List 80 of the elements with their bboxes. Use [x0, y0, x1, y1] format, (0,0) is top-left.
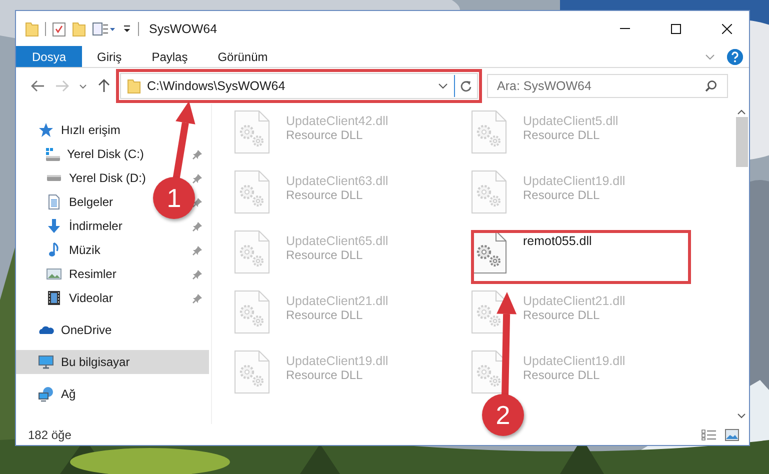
drive-icon — [46, 148, 60, 160]
up-arrow-icon — [98, 79, 110, 93]
nav-label: Ağ — [61, 387, 76, 401]
drive-icon — [47, 175, 61, 181]
file-type: Resource DLL — [286, 308, 364, 322]
nav-item[interactable]: Hızlı erişim — [16, 118, 124, 142]
nav-item[interactable]: Resimler — [16, 262, 120, 286]
file-name: UpdateClient21.dll — [286, 293, 388, 308]
chevron-down-icon[interactable] — [438, 83, 448, 89]
nav-item[interactable]: Belgeler — [16, 190, 118, 214]
file-name: remot055.dll — [523, 233, 592, 248]
network-icon — [38, 386, 54, 402]
minimize-icon — [620, 28, 630, 29]
nav-label: Resimler — [69, 267, 116, 281]
search-field[interactable]: Ara: SysWOW64 — [487, 74, 728, 98]
large-icons-view-icon[interactable] — [725, 428, 739, 440]
file-type: Resource DLL — [286, 368, 364, 382]
nav-label: Müzik — [69, 243, 100, 257]
forward-arrow-icon — [55, 80, 69, 92]
nav-label: Yerel Disk (C:) — [67, 147, 144, 161]
file-type: Resource DLL — [286, 128, 364, 142]
ribbon-tab[interactable]: Görünüm — [202, 46, 283, 67]
file-type: Resource DLL — [523, 368, 601, 382]
file-type: Resource DLL — [523, 188, 601, 202]
nav-item[interactable]: Videolar — [16, 286, 117, 310]
file-type: Resource DLL — [523, 128, 601, 142]
address-path: C:\Windows\SysWOW64 — [147, 79, 286, 93]
back-arrow-icon — [31, 80, 45, 92]
ribbon-tab[interactable]: Paylaş — [136, 46, 203, 67]
properties-icon[interactable] — [92, 22, 116, 36]
nav-item[interactable]: Yerel Disk (C:) — [16, 142, 148, 166]
help-icon[interactable] — [727, 48, 743, 64]
folder-icon — [72, 20, 86, 36]
file-type: Resource DLL — [286, 248, 364, 262]
file-name: UpdateClient19.dll — [523, 353, 626, 368]
window-title: SysWOW64 — [149, 22, 218, 36]
nav-label: Videolar — [69, 291, 113, 305]
ribbon-tab[interactable]: Dosya — [16, 46, 82, 67]
download-arrow-icon — [46, 218, 62, 234]
nav-item[interactable]: Bu bilgisayar — [16, 350, 209, 374]
scroll-up-icon[interactable] — [737, 109, 746, 115]
nav-label: Yerel Disk (D:) — [69, 171, 146, 185]
nav-label: Hızlı erişim — [61, 123, 120, 137]
nav-label: Bu bilgisayar — [61, 355, 130, 369]
file-type: Resource DLL — [286, 188, 364, 202]
file-name: UpdateClient21.dll — [523, 293, 626, 308]
close-icon — [722, 24, 732, 34]
maximize-icon — [670, 24, 680, 34]
file-name: UpdateClient63.dll — [286, 173, 388, 188]
checklist-icon[interactable] — [52, 20, 66, 36]
nav-label: İndirmeler — [69, 219, 122, 233]
item-count: 182 öğe — [28, 428, 72, 442]
nav-item[interactable]: OneDrive — [16, 318, 116, 342]
scroll-down-icon[interactable] — [737, 413, 746, 419]
nav-item[interactable]: Yerel Disk (D:) — [16, 166, 150, 190]
folder-icon — [25, 20, 39, 36]
refresh-icon — [460, 80, 472, 92]
document-icon — [46, 194, 62, 210]
file-name: UpdateClient19.dll — [523, 173, 626, 188]
caret-icon — [79, 84, 87, 88]
file-name: UpdateClient65.dll — [286, 233, 388, 248]
file-name: UpdateClient5.dll — [523, 113, 618, 128]
details-view-icon[interactable] — [701, 428, 717, 440]
star-icon — [38, 122, 54, 138]
nav-label: Belgeler — [69, 195, 114, 209]
nav-item[interactable]: Müzik — [16, 238, 104, 262]
nav-item[interactable]: İndirmeler — [16, 214, 126, 238]
scroll-thumb[interactable] — [736, 117, 748, 167]
film-strip-icon — [46, 290, 62, 306]
nav-item[interactable]: Ağ — [16, 382, 80, 406]
picture-frame-icon — [46, 266, 62, 282]
ribbon-tab[interactable]: Giriş — [82, 46, 137, 67]
monitor-icon — [38, 354, 54, 370]
customize-caret-icon[interactable] — [122, 24, 132, 34]
folder-icon — [127, 78, 141, 94]
nav-label: OneDrive — [61, 323, 112, 337]
search-icon — [705, 80, 717, 92]
file-name: UpdateClient19.dll — [286, 353, 388, 368]
file-type: Resource DLL — [523, 308, 601, 322]
file-name: UpdateClient42.dll — [286, 113, 388, 128]
